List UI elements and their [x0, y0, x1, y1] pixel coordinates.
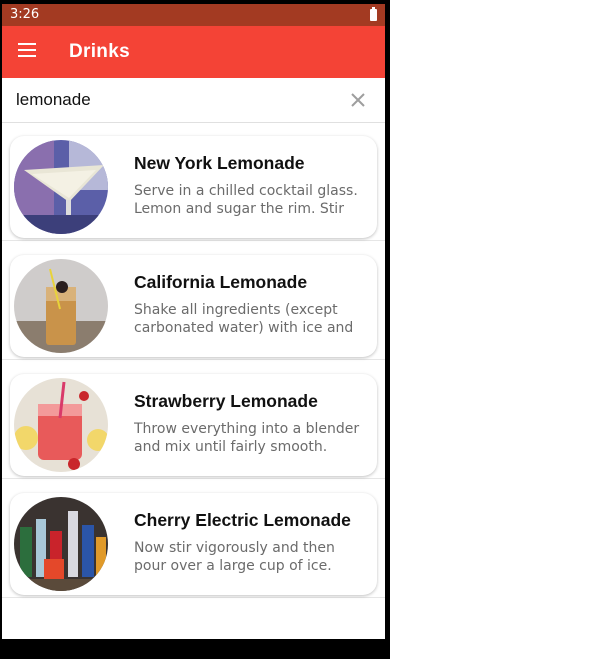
screen: 3:26 Drinks lemonade New York Lemonade S… [2, 4, 385, 659]
search-bar [2, 78, 385, 123]
drink-card[interactable]: California Lemonade Shake all ingredient… [10, 255, 377, 357]
list-item: California Lemonade Shake all ingredient… [2, 241, 385, 360]
drink-thumbnail [14, 378, 108, 472]
list-item: New York Lemonade Serve in a chilled coc… [2, 122, 385, 241]
drink-card[interactable]: Cherry Electric Lemonade Now stir vigoro… [10, 493, 377, 595]
drink-name: Cherry Electric Lemonade [134, 510, 351, 530]
app-title: Drinks [69, 41, 130, 62]
device-frame: 3:26 Drinks lemonade New York Lemonade S… [0, 0, 390, 659]
drink-card[interactable]: Strawberry Lemonade Throw everything int… [10, 374, 377, 476]
navigation-bar [2, 639, 385, 659]
drink-list: New York Lemonade Serve in a chilled coc… [2, 122, 385, 598]
list-item: Strawberry Lemonade Throw everything int… [2, 360, 385, 479]
drink-card[interactable]: New York Lemonade Serve in a chilled coc… [10, 136, 377, 238]
drink-thumbnail [14, 497, 108, 591]
drink-description: Now stir vigorously and then pour over a… [134, 540, 335, 574]
status-time: 3:26 [10, 7, 40, 22]
close-icon[interactable] [348, 90, 368, 110]
battery-icon [370, 7, 377, 21]
drink-name: Strawberry Lemonade [134, 391, 318, 411]
app-bar: Drinks [2, 26, 385, 78]
drink-thumbnail [14, 140, 108, 234]
list-item: Cherry Electric Lemonade Now stir vigoro… [2, 479, 385, 598]
drink-description: Shake all ingredients (except carbonated… [134, 302, 354, 336]
drink-description: Throw everything into a blender and mix … [134, 421, 360, 455]
menu-icon[interactable] [18, 43, 38, 59]
drink-name: California Lemonade [134, 272, 308, 292]
drink-name: New York Lemonade [134, 153, 305, 173]
drink-thumbnail [14, 259, 108, 353]
status-bar: 3:26 [2, 4, 385, 26]
drink-description: Serve in a chilled cocktail glass. Lemon… [134, 183, 358, 217]
search-input[interactable] [16, 86, 336, 114]
